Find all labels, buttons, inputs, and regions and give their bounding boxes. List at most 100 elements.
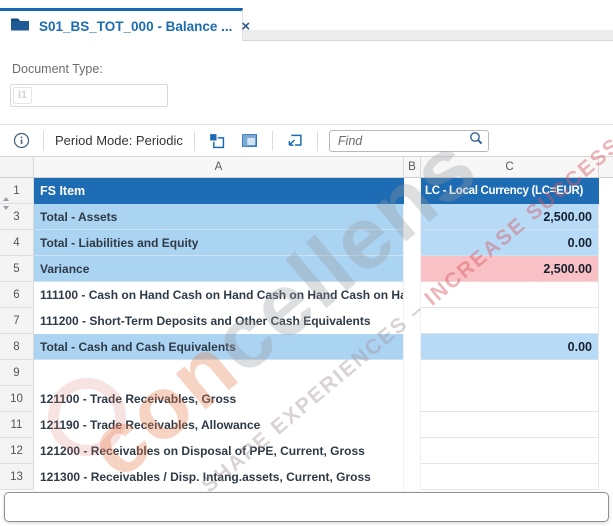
fs-item-cell[interactable]: 121190 - Trade Receivables, Allowance [34, 412, 404, 438]
tab-strip-background [243, 30, 613, 41]
tab-title: S01_BS_TOT_000 - Balance ... [39, 19, 232, 34]
row-number[interactable]: 9 [0, 360, 34, 386]
spacer-cell[interactable] [404, 256, 421, 282]
tab-balance-sheet[interactable]: S01_BS_TOT_000 - Balance ... × [0, 8, 243, 41]
row-number[interactable]: 1 [0, 178, 34, 204]
toolbar: Period Mode: Periodic [0, 124, 613, 157]
value-cell[interactable] [421, 308, 599, 334]
row-number[interactable]: 11 [0, 412, 34, 438]
row-number[interactable]: 4 [0, 230, 34, 256]
toolbar-separator [317, 131, 318, 151]
column-header-b[interactable]: B [404, 157, 421, 177]
spacer-cell[interactable] [404, 386, 421, 412]
value-cell[interactable] [421, 412, 599, 438]
fs-item-cell[interactable]: 121300 - Receivables / Disp. Intang.asse… [34, 464, 404, 490]
row-number[interactable]: 7 [0, 308, 34, 334]
folder-icon [10, 16, 30, 36]
spacer-cell[interactable] [404, 360, 421, 386]
search-icon[interactable] [468, 130, 484, 151]
fs-item-cell[interactable]: Total - Liabilities and Equity [34, 230, 404, 256]
row-margin [599, 464, 613, 490]
close-icon[interactable]: × [241, 19, 250, 34]
row-margin [599, 334, 613, 360]
row-margin [599, 438, 613, 464]
fs-item-cell[interactable]: 121100 - Trade Receivables, Gross [34, 386, 404, 412]
toolbar-separator [194, 131, 195, 151]
column-header-a[interactable]: A [34, 157, 404, 177]
find-input[interactable] [338, 134, 468, 148]
value-cell[interactable] [421, 438, 599, 464]
row-number[interactable]: 5 [0, 256, 34, 282]
hidden-rows-indicator[interactable] [3, 206, 9, 210]
fs-item-cell[interactable]: Total - Cash and Cash Equivalents [34, 334, 404, 360]
table-row: 12 121200 - Receivables on Disposal of P… [0, 438, 613, 464]
table-row: 8 Total - Cash and Cash Equivalents 0.00 [0, 334, 613, 360]
spacer-cell[interactable] [404, 230, 421, 256]
fs-item-cell[interactable]: 121200 - Receivables on Disposal of PPE,… [34, 438, 404, 464]
local-currency-header-cell[interactable]: LC - Local Currency (LC=EUR) [421, 178, 599, 204]
row-margin [599, 256, 613, 282]
row-margin [599, 204, 613, 230]
grid-corner[interactable] [0, 157, 34, 177]
split-panel-icon[interactable] [206, 130, 228, 152]
spacer-cell[interactable] [404, 308, 421, 334]
column-header-margin [599, 157, 613, 177]
toolbar-separator [272, 131, 273, 151]
table-row: 3 Total - Assets 2,500.00 [0, 204, 613, 230]
fs-item-header-cell[interactable]: FS Item [34, 178, 404, 204]
value-cell[interactable]: 2,500.00 [421, 204, 599, 230]
spacer-cell[interactable] [404, 178, 421, 204]
spacer-cell[interactable] [404, 204, 421, 230]
document-type-token[interactable]: I1 [13, 87, 32, 104]
value-cell[interactable] [421, 464, 599, 490]
fs-item-cell[interactable]: 111200 - Short-Term Deposits and Other C… [34, 308, 404, 334]
app-window: S01_BS_TOT_000 - Balance ... × Document … [0, 0, 613, 526]
table-row: 4 Total - Liabilities and Equity 0.00 [0, 230, 613, 256]
table-row: 6 111100 - Cash on Hand Cash on Hand Cas… [0, 282, 613, 308]
spacer-cell[interactable] [404, 412, 421, 438]
row-number[interactable]: 12 [0, 438, 34, 464]
fs-item-cell[interactable]: Total - Assets [34, 204, 404, 230]
spacer-cell[interactable] [404, 334, 421, 360]
table-row: 13 121300 - Receivables / Disp. Intang.a… [0, 464, 613, 490]
fs-item-cell[interactable]: 111100 - Cash on Hand Cash on Hand Cash … [34, 282, 404, 308]
formula-input-bar[interactable] [4, 492, 609, 522]
table-view-icon[interactable] [239, 130, 261, 152]
document-type-input[interactable]: I1 [10, 84, 168, 107]
period-mode-label: Period Mode: Periodic [55, 133, 183, 148]
row-margin [599, 282, 613, 308]
row-number[interactable]: 13 [0, 464, 34, 490]
value-cell[interactable] [421, 386, 599, 412]
value-cell[interactable] [421, 282, 599, 308]
row-number[interactable]: 6 [0, 282, 34, 308]
row-number[interactable]: 3 [0, 204, 34, 230]
jump-to-icon[interactable] [284, 130, 306, 152]
row-margin [599, 308, 613, 334]
hidden-rows-indicator[interactable] [3, 197, 9, 201]
document-type-label: Document Type: [12, 62, 103, 76]
row-number[interactable]: 10 [0, 386, 34, 412]
value-cell[interactable] [421, 360, 599, 386]
row-number[interactable]: 8 [0, 334, 34, 360]
table-header-row: 1 FS Item LC - Local Currency (LC=EUR) [0, 178, 613, 204]
row-margin [599, 412, 613, 438]
spacer-cell[interactable] [404, 438, 421, 464]
tab-bar: S01_BS_TOT_000 - Balance ... × [0, 8, 613, 41]
info-icon[interactable] [10, 130, 32, 152]
toolbar-separator [43, 131, 44, 151]
spacer-cell[interactable] [404, 464, 421, 490]
fs-item-cell[interactable] [34, 360, 404, 386]
fs-item-cell[interactable]: Variance [34, 256, 404, 282]
value-cell[interactable]: 2,500.00 [421, 256, 599, 282]
value-cell[interactable]: 0.00 [421, 230, 599, 256]
table-row: 5 Variance 2,500.00 [0, 256, 613, 282]
column-header-c[interactable]: C [421, 157, 599, 177]
table-row: 10 121100 - Trade Receivables, Gross [0, 386, 613, 412]
row-margin [599, 230, 613, 256]
spacer-cell[interactable] [404, 282, 421, 308]
table-row: 11 121190 - Trade Receivables, Allowance [0, 412, 613, 438]
row-margin [599, 178, 613, 204]
value-cell[interactable]: 0.00 [421, 334, 599, 360]
find-search-box[interactable] [329, 130, 489, 152]
table-row: 7 111200 - Short-Term Deposits and Other… [0, 308, 613, 334]
